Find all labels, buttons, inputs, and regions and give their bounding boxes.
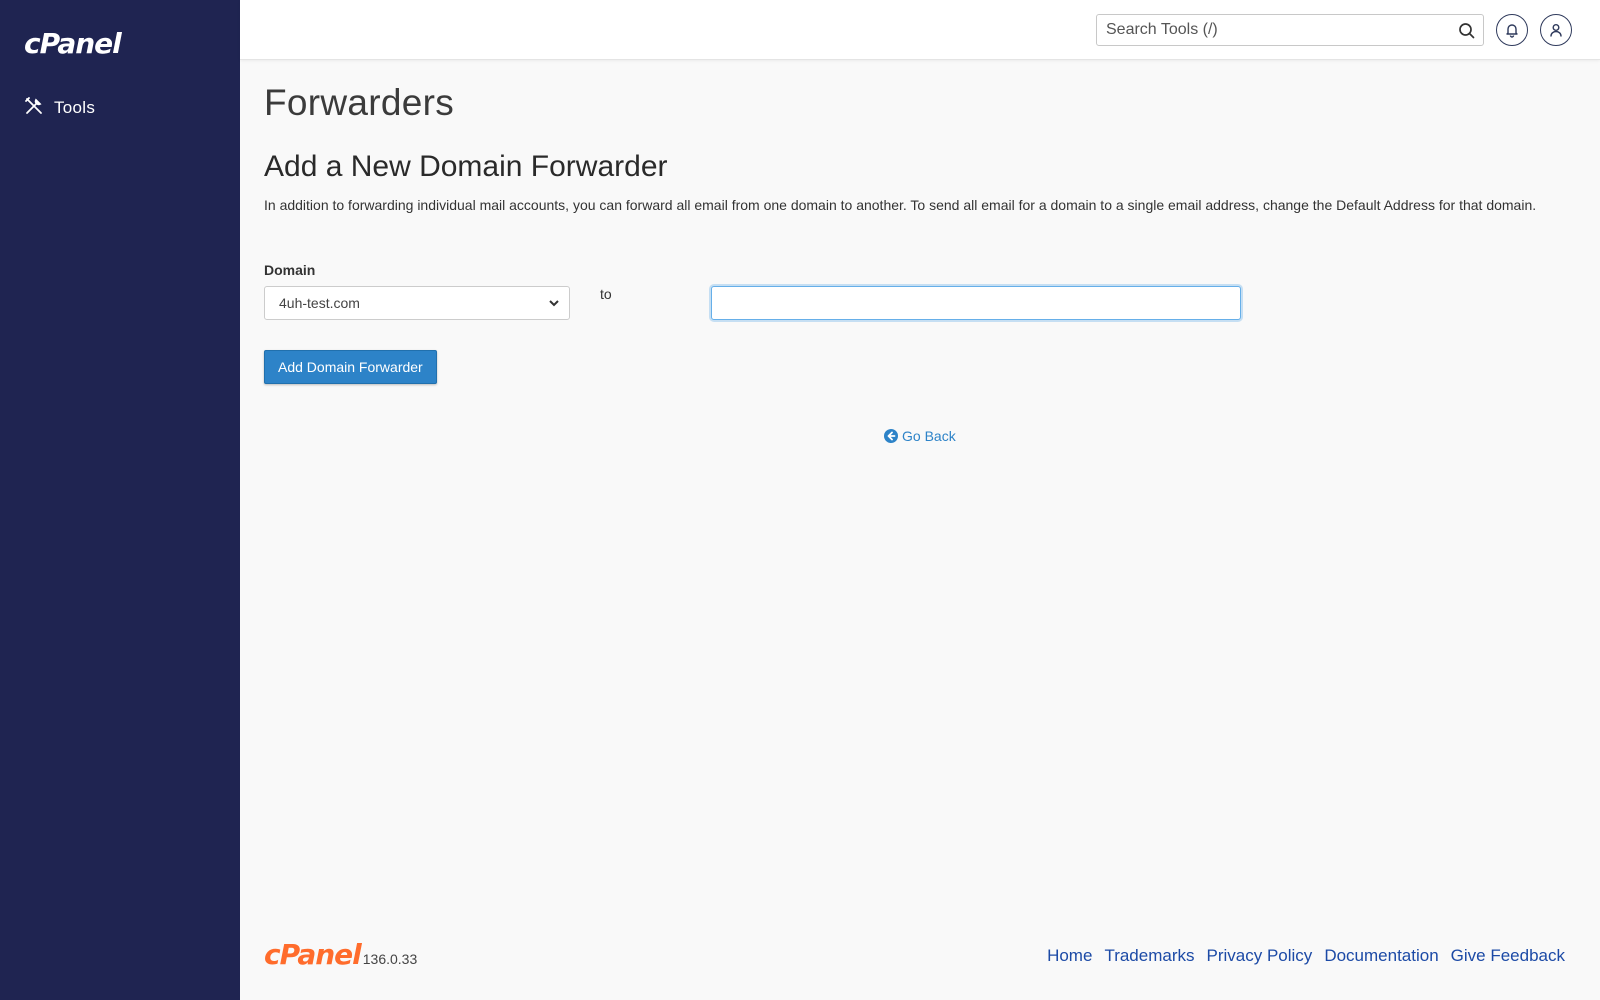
arrow-circle-left-icon	[884, 429, 898, 443]
sidebar-item-label: Tools	[54, 98, 96, 117]
domain-label: Domain	[264, 262, 316, 278]
footer-links: Home Trademarks Privacy Policy Documenta…	[1047, 946, 1565, 966]
footer-link-documentation[interactable]: Documentation	[1324, 946, 1438, 966]
target-domain-input[interactable]	[711, 286, 1241, 320]
cpanel-logo[interactable]: cPanel	[24, 27, 122, 60]
user-menu-button[interactable]	[1540, 14, 1572, 46]
footer-link-give-feedback[interactable]: Give Feedback	[1451, 946, 1565, 966]
user-icon	[1550, 24, 1562, 37]
footer-link-trademarks[interactable]: Trademarks	[1104, 946, 1194, 966]
footer-brand: cPanel 136.0.33	[264, 940, 417, 970]
search-icon[interactable]	[1458, 22, 1475, 39]
to-label: to	[600, 286, 612, 302]
footer-cpanel-logo[interactable]: cPanel	[264, 940, 362, 970]
footer-link-home[interactable]: Home	[1047, 946, 1092, 966]
version-number: 136.0.33	[362, 951, 418, 967]
go-back-label: Go Back	[902, 428, 956, 444]
add-domain-forwarder-button[interactable]: Add Domain Forwarder	[264, 350, 437, 384]
cpanel-logo-text: cPanel	[24, 27, 122, 60]
notifications-button[interactable]	[1496, 14, 1528, 46]
section-title: Add a New Domain Forwarder	[264, 150, 668, 183]
page-title: Forwarders	[264, 82, 455, 123]
top-bar	[240, 0, 1600, 60]
footer-link-privacy-policy[interactable]: Privacy Policy	[1207, 946, 1313, 966]
section-description: In addition to forwarding individual mai…	[264, 197, 1537, 213]
bell-icon	[1506, 24, 1518, 38]
go-back-link[interactable]: Go Back	[884, 428, 956, 444]
sidebar: cPanel Tools	[0, 0, 240, 1000]
tools-icon	[24, 96, 44, 121]
search-box	[1096, 14, 1484, 46]
sidebar-item-tools[interactable]: Tools	[24, 94, 95, 122]
search-input[interactable]	[1097, 15, 1437, 45]
domain-select[interactable]: 4uh-test.com	[264, 286, 570, 320]
